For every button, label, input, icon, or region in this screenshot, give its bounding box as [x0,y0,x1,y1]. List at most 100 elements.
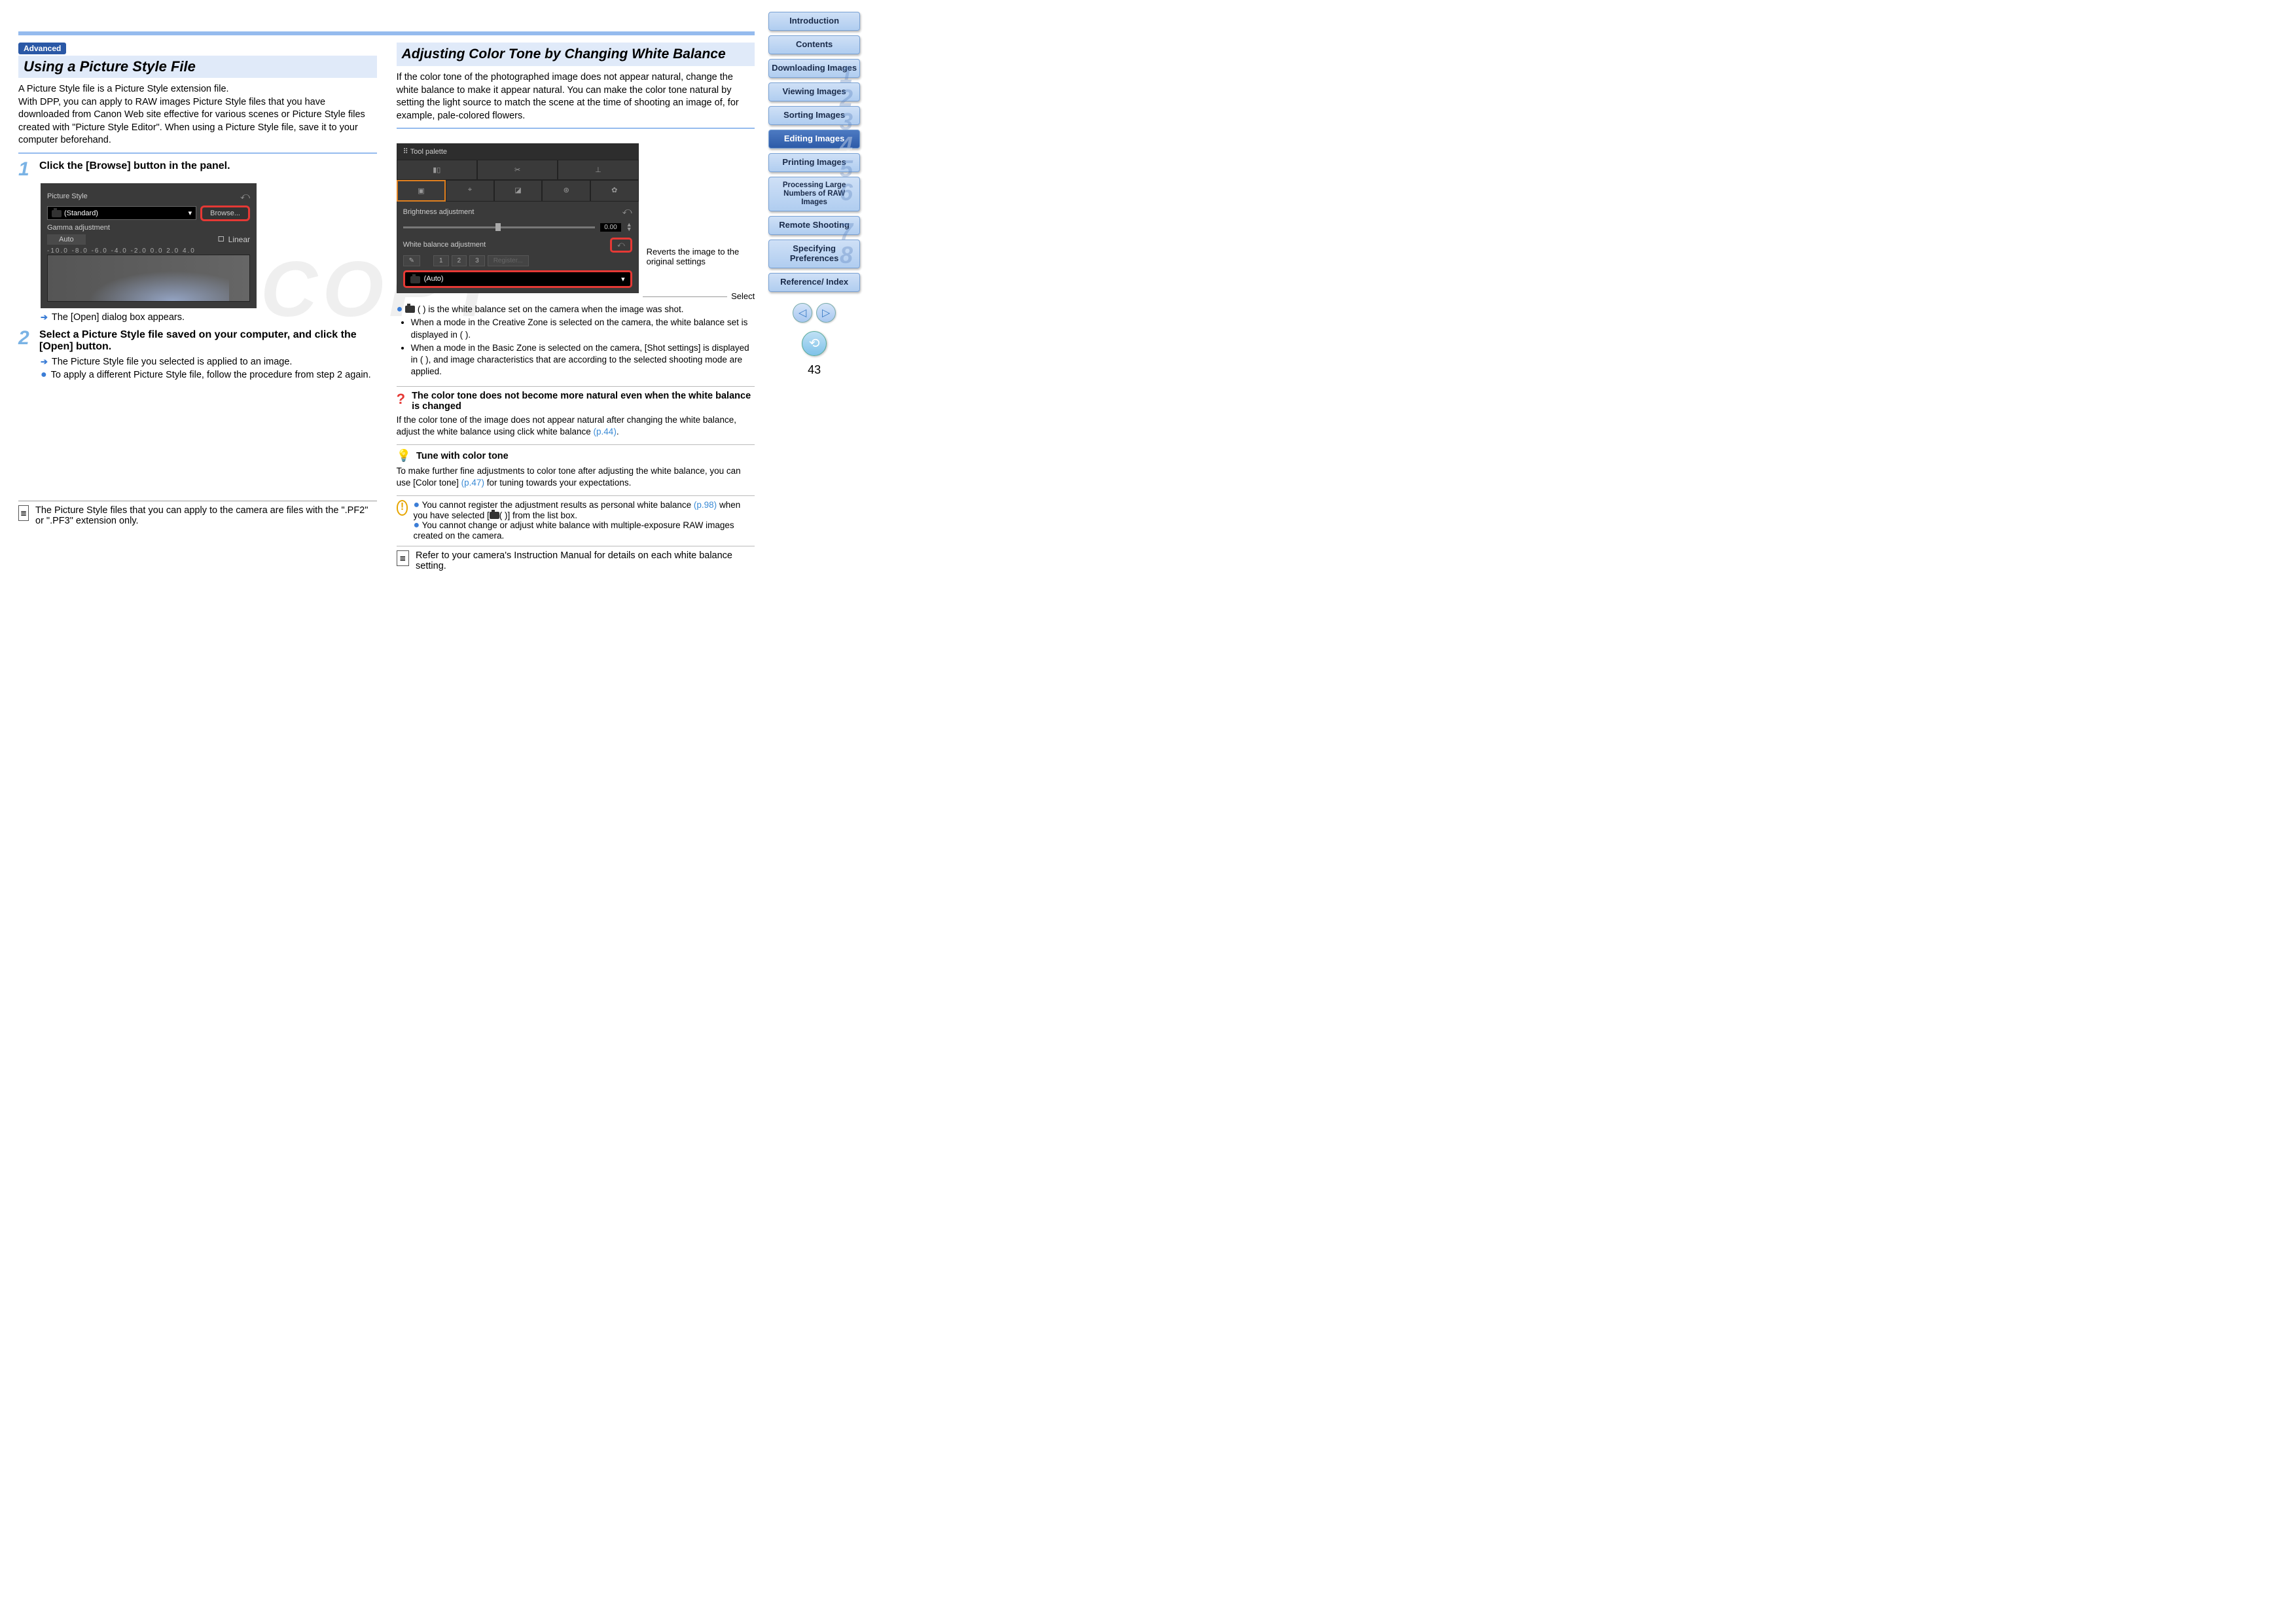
nav-introduction[interactable]: Introduction [768,12,860,31]
step-1-result: ➔ The [Open] dialog box appears. [41,312,377,323]
auto-button[interactable]: Auto [47,234,86,245]
nav-printing[interactable]: 5Printing Images [768,153,860,172]
register-button[interactable]: Register... [488,255,529,266]
eyedropper-icon[interactable]: ✎ [403,255,420,266]
tool-palette-title: ⠿ Tool palette [397,143,639,160]
page-link-44[interactable]: (p.44) [594,427,617,437]
step-2: 2 Select a Picture Style file saved on y… [18,329,377,353]
note-icon [397,550,409,566]
left-intro: A Picture Style file is a Picture Style … [18,83,377,147]
gear-icon[interactable]: ✿ [590,180,639,202]
hint-title: Tune with color tone [416,451,509,461]
picture-style-label: Picture Style [47,192,88,200]
tab-icon[interactable]: ◪ [494,180,543,202]
rule [18,152,377,154]
right-intro: If the color tone of the photographed im… [397,71,755,122]
rule [397,128,755,129]
browse-button[interactable]: Browse... [200,205,250,221]
nav-sorting[interactable]: 3Sorting Images [768,106,860,125]
nav-preferences[interactable]: 8Specifying Preferences [768,240,860,268]
sidebar-nav: Introduction Contents 1Downloading Image… [764,0,864,578]
nav-editing[interactable]: 4Editing Images [768,130,860,149]
right-footnote: Refer to your camera's Instruction Manua… [397,546,755,571]
tab-icon[interactable]: ▮▯ [397,160,477,180]
page-link-98[interactable]: (p.98) [694,500,717,510]
wb-preset-row: ✎ 1 2 3 Register... [397,254,639,270]
hint-body: To make further fine adjustments to colo… [397,465,755,489]
brightness-slider-row: 0.00 ▲▼ [397,219,639,236]
prev-page-button[interactable] [793,303,812,323]
nav-viewing[interactable]: 2Viewing Images [768,82,860,101]
right-column: Adjusting Color Tone by Changing White B… [397,13,755,571]
pager [768,303,860,323]
camera-icon [52,210,62,217]
step-1: 1 Click the [Browse] button in the panel… [18,160,377,178]
info-bullet: When a mode in the Creative Zone is sele… [411,317,755,340]
arrow-icon: ➔ [41,312,48,323]
picture-style-panel-screenshot: Picture Style ⤺ (Standard) ▾ Browse... G… [41,183,257,308]
linear-checkbox-label: Linear [228,235,250,244]
reset-icon: ⤺ [240,190,250,202]
info-bullet: When a mode in the Basic Zone is selecte… [411,342,755,378]
wb-reset-button[interactable]: ⤺ [610,238,632,253]
camera-icon [490,512,499,519]
step-2-result: ➔ The Picture Style file you selected is… [41,357,377,367]
step-1-title: Click the [Browse] button in the panel. [39,160,230,178]
nav-downloading[interactable]: 1Downloading Images [768,59,860,78]
sub-tabs: ▣ ⌖ ◪ ⊛ ✿ [397,180,639,202]
wb-select-dropdown[interactable]: (Auto) ▾ [403,270,632,288]
gamma-label: Gamma adjustment [47,224,250,232]
step-2-extra: ● To apply a different Picture Style fil… [41,370,377,380]
tab-icon[interactable]: ✂ [477,160,558,180]
dropdown-value: (Standard) [64,209,98,217]
question-icon: ? [397,391,405,408]
callout-select: Select [643,290,755,301]
camera-icon [410,276,420,283]
warning-icon: ! [397,500,408,516]
hint-block: 💡 Tune with color tone [397,444,755,463]
picture-style-dropdown[interactable]: (Standard) ▾ [47,206,196,220]
note-icon [18,505,29,521]
gamma-curve [47,255,250,302]
brightness-label: Brightness adjustment [403,208,475,216]
advanced-badge: Advanced [18,43,66,54]
wb-preset-3[interactable]: 3 [469,255,485,266]
next-page-button[interactable] [816,303,836,323]
wb-preset-2[interactable]: 2 [452,255,467,266]
brightness-slider[interactable] [403,226,596,228]
nav-remote[interactable]: 7Remote Shooting [768,216,860,235]
wb-info-block: ● ( ) is the white balance set on the ca… [397,304,755,378]
wb-preset-1[interactable]: 1 [433,255,449,266]
arrow-icon: ➔ [41,357,48,367]
nav-reference[interactable]: Reference/ Index [768,273,860,292]
tab-icon[interactable]: ⊛ [542,180,590,202]
tab-icon[interactable]: ⌖ [446,180,494,202]
right-heading: Adjusting Color Tone by Changing White B… [397,43,755,66]
nav-processing[interactable]: 6Processing Large Numbers of RAW Images [768,177,860,212]
return-button[interactable]: ⟲ [802,331,827,356]
tool-palette-with-callouts: ⠿ Tool palette ▮▯ ✂ ⊥ ▣ ⌖ ◪ ⊛ ✿ Brightne… [397,135,755,301]
left-column: Advanced Using a Picture Style File A Pi… [18,13,377,571]
step-number: 1 [18,160,34,178]
question-body: If the color tone of the image does not … [397,414,755,438]
warning-block: ! ● You cannot register the adjustment r… [397,495,755,541]
question-block: ? The color tone does not become more na… [397,386,755,412]
tab-icon[interactable]: ▣ [397,180,446,202]
question-title: The color tone does not become more natu… [412,391,755,412]
left-heading: Using a Picture Style File [18,56,377,78]
camera-icon [405,306,415,313]
left-footnote: The Picture Style files that you can app… [18,501,377,526]
nav-contents[interactable]: Contents [768,35,860,54]
wb-label: White balance adjustment [403,241,486,249]
page-link-47[interactable]: (p.47) [461,478,484,488]
brightness-value: 0.00 [600,223,620,232]
main-tabs: ▮▯ ✂ ⊥ [397,160,639,180]
tool-palette-screenshot: ⠿ Tool palette ▮▯ ✂ ⊥ ▣ ⌖ ◪ ⊛ ✿ Brightne… [397,143,639,293]
page-number: 43 [768,363,860,377]
bulb-icon: 💡 [397,449,411,463]
callout-revert: Reverts the image to the original settin… [643,245,755,266]
step-number: 2 [18,329,34,353]
gamma-scale: -10.0 -8.0 -6.0 -4.0 -2.0 0.0 2.0 4.0 [47,247,250,255]
reset-icon: ⤺ [622,205,632,219]
tab-icon[interactable]: ⊥ [558,160,638,180]
